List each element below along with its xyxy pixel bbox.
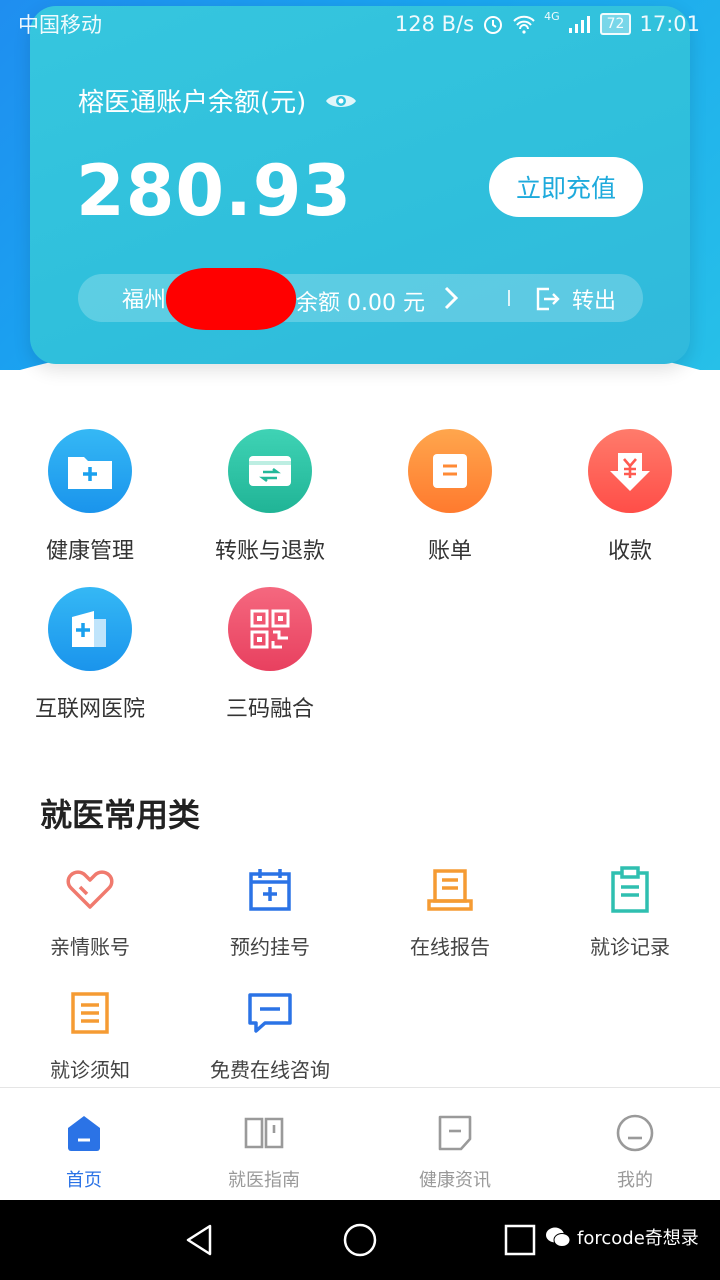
clock: 17:01 [639, 12, 700, 36]
tab-label: 健康资讯 [419, 1170, 491, 1191]
balance-label: 榕医通账户余额(元) [78, 82, 358, 119]
qr-code-icon [228, 587, 312, 671]
service-label: 亲情账号 [50, 935, 130, 959]
service-label: 免费在线咨询 [210, 1058, 330, 1082]
service-label: 就诊须知 [50, 1058, 130, 1082]
home-circle-icon[interactable] [342, 1222, 378, 1258]
transfer-icon [228, 429, 312, 513]
recents-icon[interactable] [502, 1222, 538, 1258]
alarm-icon [484, 16, 503, 34]
network-type: 4G [544, 9, 560, 23]
profile-icon [616, 1114, 654, 1152]
chat-icon [248, 993, 292, 1033]
clipboard-icon [611, 866, 649, 913]
status-bar: 中国移动 128 B/s 4G 72 17:01 [0, 0, 720, 48]
service-family-account[interactable]: 亲情账号 [0, 865, 180, 960]
home-icon [68, 1116, 100, 1151]
transfer-out-button[interactable]: 转出 [534, 283, 616, 315]
bottom-nav: 首页 就医指南 健康资讯 我的 [0, 1087, 720, 1200]
transfer-out-label: 转出 [572, 289, 617, 314]
internet-hospital-icon [48, 587, 132, 671]
grid-item-health-management[interactable]: 健康管理 [0, 429, 180, 565]
grid-item-bill[interactable]: 账单 [360, 429, 540, 565]
carrier: 中国移动 [18, 13, 102, 37]
service-label: 在线报告 [410, 935, 490, 959]
balance-amount: 280.93 [76, 150, 353, 232]
report-icon [427, 869, 473, 911]
battery-icon: 72 [599, 13, 632, 35]
sub-account-name: 福州 [122, 288, 167, 313]
grid-label: 账单 [427, 539, 472, 564]
transfer-out-icon [536, 287, 560, 311]
tab-label: 就医指南 [228, 1170, 300, 1191]
tab-guide[interactable]: 就医指南 [174, 1088, 354, 1201]
service-online-report[interactable]: 在线报告 [360, 865, 540, 960]
book-icon [244, 1117, 284, 1149]
notice-icon [71, 992, 109, 1034]
status-icons: 128 B/s 4G 72 17:01 [394, 9, 700, 37]
grid-label: 转账与退款 [214, 539, 325, 564]
watermark: forcode奇想录 [545, 1224, 699, 1250]
tab-mine[interactable]: 我的 [545, 1088, 720, 1201]
tab-label: 首页 [66, 1170, 102, 1191]
recharge-button[interactable]: 立即充值 [489, 157, 643, 217]
tab-label: 我的 [617, 1170, 653, 1191]
grid-label: 健康管理 [45, 539, 134, 564]
service-label: 预约挂号 [230, 935, 310, 959]
wifi-icon [513, 15, 535, 34]
system-nav-bar: forcode奇想录 [0, 1200, 720, 1280]
grid-label: 互联网医院 [34, 697, 145, 722]
watermark-text: forcode奇想录 [577, 1228, 699, 1249]
signal-icon [568, 16, 590, 33]
heart-icon [66, 870, 114, 909]
divider [508, 290, 510, 306]
health-folder-icon [48, 429, 132, 513]
sub-account-bar[interactable]: 福州 余额 0.00 元 转出 [78, 268, 643, 330]
grid-item-three-code[interactable]: 三码融合 [180, 587, 360, 723]
grid-label: 三码融合 [225, 697, 314, 722]
redaction-mark [166, 268, 296, 330]
grid-item-internet-hospital[interactable]: 互联网医院 [0, 587, 180, 723]
bill-icon [408, 429, 492, 513]
service-free-consult[interactable]: 免费在线咨询 [180, 988, 360, 1083]
chevron-right-icon [444, 286, 458, 310]
tab-home[interactable]: 首页 [0, 1088, 174, 1201]
tab-health-news[interactable]: 健康资讯 [365, 1088, 545, 1201]
back-icon[interactable] [182, 1222, 218, 1258]
balance-label-text: 榕医通账户余额(元) [78, 88, 307, 118]
calendar-icon [249, 869, 291, 911]
wechat-icon [546, 1227, 571, 1247]
grid-label: 收款 [607, 539, 652, 564]
network-speed: 128 B/s [394, 12, 475, 36]
grid-item-transfer-refund[interactable]: 转账与退款 [180, 429, 360, 565]
service-visit-record[interactable]: 就诊记录 [540, 865, 720, 960]
service-visit-notice[interactable]: 就诊须知 [0, 988, 180, 1083]
grid-item-receive[interactable]: 收款 [540, 429, 720, 565]
service-label: 就诊记录 [590, 935, 670, 959]
news-icon [438, 1115, 472, 1151]
section-title: 就医常用类 [40, 796, 201, 834]
receive-yuan-icon [588, 429, 672, 513]
eye-icon[interactable] [324, 90, 358, 112]
sub-account-balance: 余额 0.00 元 [296, 291, 425, 316]
service-appointment[interactable]: 预约挂号 [180, 865, 360, 960]
